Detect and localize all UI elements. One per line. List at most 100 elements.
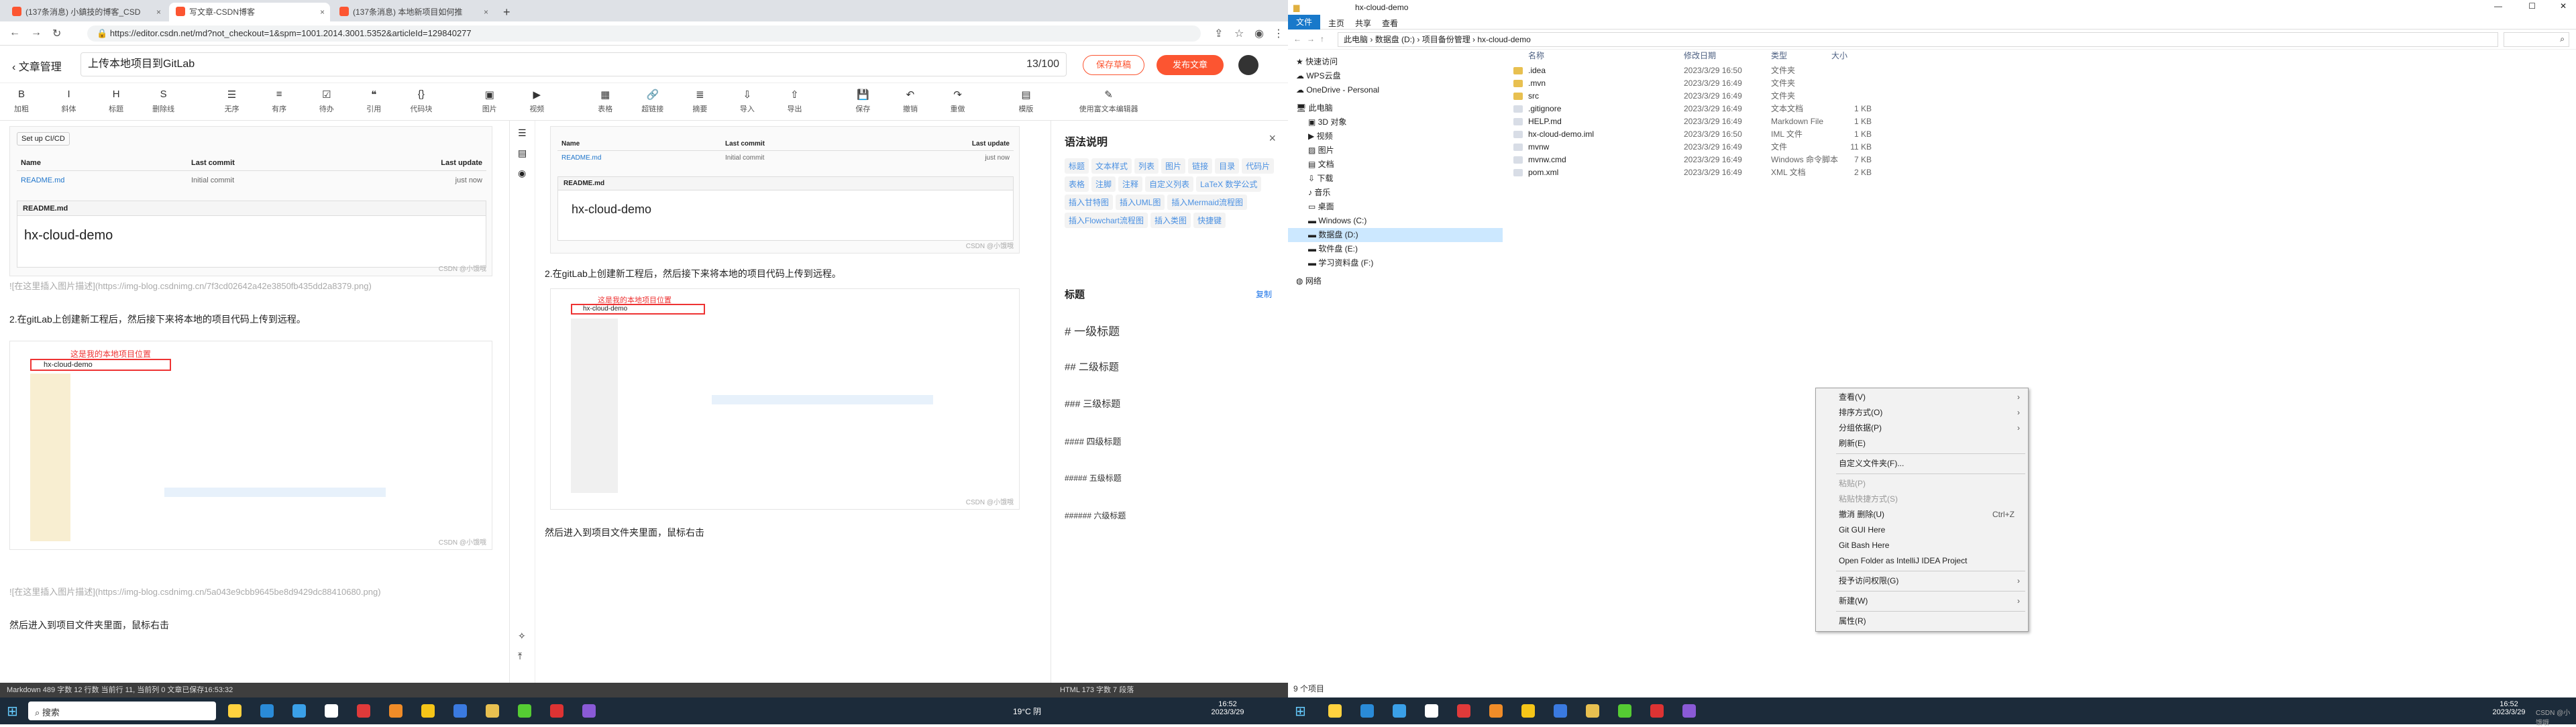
up-icon[interactable]: ↑ xyxy=(1320,34,1324,44)
url-field[interactable]: 🔒 https://editor.csdn.net/md?not_checkou… xyxy=(87,25,1201,42)
nav-item[interactable]: ▬ Windows (C:) xyxy=(1288,214,1503,228)
file-row[interactable]: mvnw 2023/3/29 16:49 文件 11 KB xyxy=(1509,141,2113,154)
col-type[interactable]: 类型 xyxy=(1771,50,1787,62)
article-title-input[interactable]: 上传本地项目到GitLab 13/100 xyxy=(80,52,1067,76)
toolbar-button[interactable]: ↷ 重做 xyxy=(943,89,973,114)
windows-start-icon[interactable]: ⊞ xyxy=(7,703,18,720)
toolbar-button[interactable]: ▦ 表格 xyxy=(590,89,620,114)
reload-icon[interactable]: ↻ xyxy=(52,27,61,40)
taskbar-app-icon[interactable] xyxy=(1682,704,1696,718)
syntax-tag[interactable]: 自定义列表 xyxy=(1145,176,1194,192)
copy-button[interactable]: 复制 xyxy=(1256,288,1272,300)
maximize-icon[interactable]: ☐ xyxy=(2528,1,2536,11)
taskbar-app-icon[interactable] xyxy=(550,704,564,718)
col-name[interactable]: 名称 xyxy=(1528,50,1544,62)
syntax-tag[interactable]: 文本样式 xyxy=(1091,158,1132,174)
forward-icon[interactable]: → xyxy=(31,27,42,39)
context-menu-item[interactable]: 粘贴快捷方式(S) xyxy=(1816,492,2028,507)
close-icon[interactable]: × xyxy=(484,3,488,21)
forward-icon[interactable]: → xyxy=(1307,34,1315,44)
taskbar-app-icon[interactable] xyxy=(1328,704,1342,718)
nav-item[interactable]: ▣ 3D 对象 xyxy=(1288,115,1503,129)
col-size[interactable]: 大小 xyxy=(1831,50,1847,62)
context-menu-item[interactable]: 属性(R) xyxy=(1816,614,2028,629)
path-seg-1[interactable]: 数据盘 (D:) xyxy=(1375,35,1415,44)
context-menu-item[interactable]: 分组依据(P) › xyxy=(1816,421,2028,436)
file-row[interactable]: src 2023/3/29 16:49 文件夹 xyxy=(1509,90,2113,103)
nav-item[interactable]: ☁ OneDrive - Personal xyxy=(1288,83,1503,97)
file-row[interactable]: .idea 2023/3/29 16:50 文件夹 xyxy=(1509,64,2113,77)
nav-item[interactable]: ▬ 软件盘 (E:) xyxy=(1288,242,1503,256)
taskbar-app-icon[interactable] xyxy=(357,704,370,718)
close-icon[interactable]: ✕ xyxy=(2560,1,2567,11)
close-icon[interactable]: × xyxy=(1269,131,1276,146)
syntax-tag[interactable]: 标题 xyxy=(1065,158,1089,174)
syntax-tag[interactable]: 插入Flowchart流程图 xyxy=(1065,213,1148,228)
context-menu-item[interactable]: Git GUI Here xyxy=(1816,522,2028,538)
file-row[interactable]: HELP.md 2023/3/29 16:49 Markdown File 1 KB xyxy=(1509,115,2113,128)
file-row[interactable]: .gitignore 2023/3/29 16:49 文本文档 1 KB xyxy=(1509,103,2113,115)
syntax-tag[interactable]: 目录 xyxy=(1215,158,1240,174)
taskbar-app-icon[interactable] xyxy=(1393,704,1406,718)
eye-icon[interactable]: ◉ xyxy=(518,168,526,179)
explorer-path-bar[interactable]: 此电脑 › 数据盘 (D:) › 项目备份管理 › hx-cloud-demo xyxy=(1338,32,2498,47)
context-menu-item[interactable]: 粘贴(P) xyxy=(1816,476,2028,492)
taskbar-app-icon[interactable] xyxy=(1521,704,1535,718)
minimize-icon[interactable]: — xyxy=(2494,1,2502,11)
taskbar-app-icon[interactable] xyxy=(1425,704,1438,718)
file-row[interactable]: pom.xml 2023/3/29 16:49 XML 文档 2 KB xyxy=(1509,166,2113,179)
taskbar-app-icon[interactable] xyxy=(1457,704,1470,718)
context-menu-item[interactable]: Git Bash Here xyxy=(1816,538,2028,553)
nav-item[interactable]: ☁ WPS云盘 xyxy=(1288,69,1503,83)
syntax-tag[interactable]: 插入UML图 xyxy=(1116,194,1165,210)
taskbar-app-icon[interactable] xyxy=(260,704,274,718)
context-menu-item[interactable]: 排序方式(O) › xyxy=(1816,405,2028,421)
nav-item[interactable]: ▬ 数据盘 (D:) xyxy=(1288,228,1503,242)
scroll-top-icon[interactable]: ⤒ xyxy=(518,651,522,662)
taskbar-app-icon[interactable] xyxy=(486,704,499,718)
taskbar-app-icon[interactable] xyxy=(1650,704,1664,718)
toolbar-button[interactable]: ↶ 撤销 xyxy=(896,89,925,114)
nav-item[interactable]: 🖥 此电脑 xyxy=(1288,101,1503,115)
nav-item[interactable]: ★ 快速访问 xyxy=(1288,55,1503,69)
toolbar-button[interactable]: 💾 保存 xyxy=(848,89,877,114)
syntax-tag[interactable]: LaTeX 数学公式 xyxy=(1196,176,1262,192)
ribbon-file-tab[interactable]: 文件 xyxy=(1288,15,1320,30)
toolbar-button[interactable]: ❝ 引用 xyxy=(359,89,388,114)
syntax-tag[interactable]: 图片 xyxy=(1161,158,1186,174)
syntax-tag[interactable]: 表格 xyxy=(1065,176,1089,192)
path-seg-0[interactable]: 此电脑 xyxy=(1344,35,1368,44)
syntax-tag[interactable]: 列表 xyxy=(1134,158,1159,174)
context-menu-item[interactable]: 授予访问权限(G) › xyxy=(1816,573,2028,589)
toolbar-button[interactable]: ▤ 模版 xyxy=(1011,89,1040,114)
taskbar-app-icon[interactable] xyxy=(228,704,241,718)
toolbar-button[interactable]: ≡ 有序 xyxy=(264,89,294,114)
publish-button[interactable]: 发布文章 xyxy=(1157,55,1224,75)
path-seg-3[interactable]: hx-cloud-demo xyxy=(1477,35,1530,44)
close-icon[interactable]: × xyxy=(156,3,161,21)
nav-item[interactable]: ▶ 视频 xyxy=(1288,129,1503,144)
syntax-tag[interactable]: 插入类图 xyxy=(1150,213,1191,228)
col-date[interactable]: 修改日期 xyxy=(1684,50,1716,62)
taskbar-app-icon[interactable] xyxy=(1618,704,1631,718)
ribbon-view-tab[interactable]: 查看 xyxy=(1382,17,1398,29)
browser-tab-3[interactable]: (137条消息) 本地新项目如何推 × xyxy=(333,3,494,21)
toolbar-button[interactable]: H 标题 xyxy=(101,89,131,114)
markdown-editor-pane[interactable]: Set up CI/CD Name Last commit Last updat… xyxy=(0,121,510,683)
taskbar-app-icon[interactable] xyxy=(1586,704,1599,718)
back-icon[interactable]: ← xyxy=(1293,34,1301,44)
context-menu-item[interactable]: 撤消 删除(U) Ctrl+Z xyxy=(1816,507,2028,522)
context-menu-item[interactable]: 新建(W) › xyxy=(1816,594,2028,609)
toolbar-button[interactable]: I 斜体 xyxy=(54,89,84,114)
taskbar-app-icon[interactable] xyxy=(1489,704,1503,718)
menu-icon[interactable]: ⋮ xyxy=(1273,27,1284,40)
context-menu-item[interactable]: 查看(V) › xyxy=(1816,390,2028,405)
star-icon[interactable]: ☆ xyxy=(1234,27,1244,40)
toolbar-button[interactable]: ⇧ 导出 xyxy=(780,89,809,114)
locate-icon[interactable]: ✧ xyxy=(518,630,526,642)
syntax-tag[interactable]: 代码片 xyxy=(1242,158,1275,174)
toolbar-button[interactable]: ☑ 待办 xyxy=(312,89,341,114)
toolbar-button[interactable]: ▣ 图片 xyxy=(475,89,504,114)
nav-item[interactable]: ▤ 文档 xyxy=(1288,158,1503,172)
save-draft-button[interactable]: 保存草稿 xyxy=(1083,55,1144,75)
